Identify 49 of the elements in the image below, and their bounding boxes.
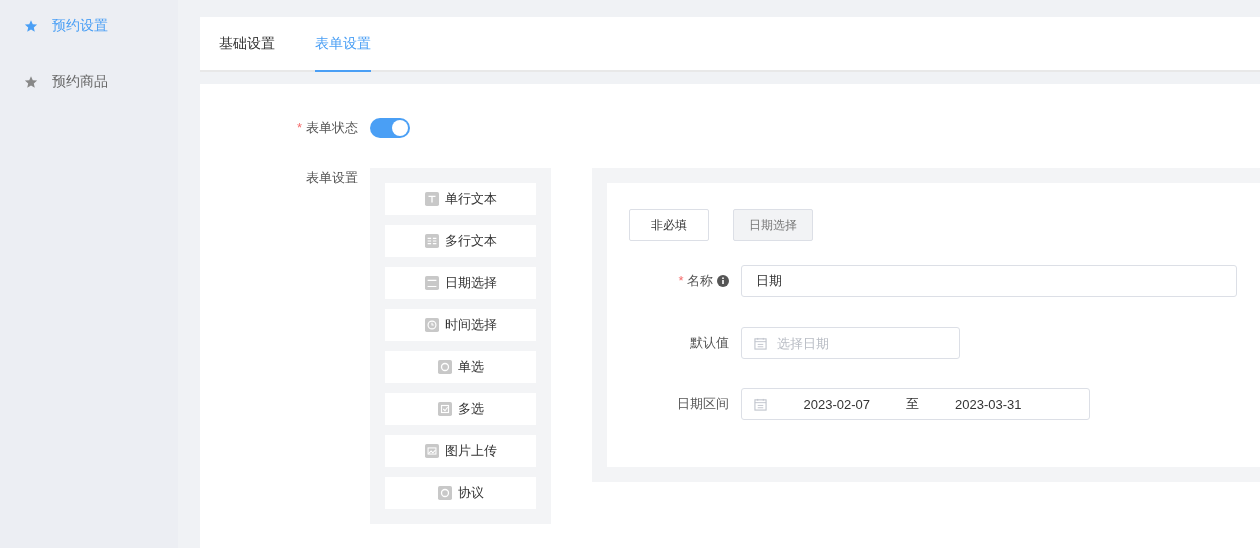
calendar-icon — [754, 397, 768, 411]
default-label: 默认值 — [689, 334, 730, 352]
palette-item[interactable]: 图片上传 — [385, 435, 537, 467]
palette-item[interactable]: 协议 — [385, 477, 537, 509]
palette-item-label: 单选 — [457, 358, 484, 376]
image-icon — [424, 444, 439, 458]
clock-icon — [424, 318, 439, 332]
name-input[interactable]: 日期 — [754, 272, 1225, 290]
form-settings-label: 表单设置 — [305, 169, 358, 187]
palette-item-label: 日期选择 — [444, 274, 497, 292]
name-label: * 名称 — [678, 272, 714, 290]
palette-item[interactable]: 多选 — [385, 393, 537, 425]
date-input[interactable]: 选择日期 — [775, 334, 956, 352]
palette-item[interactable]: 单选 — [385, 351, 537, 383]
palette-item[interactable]: 时间选择 — [385, 309, 537, 341]
checkbox-icon — [437, 402, 452, 416]
tab[interactable]: 基础设置 — [219, 17, 275, 72]
calendar-icon — [424, 276, 439, 290]
type-button[interactable]: 日期选择 — [733, 209, 814, 241]
default-date-field[interactable]: 选择日期 — [741, 327, 961, 359]
sidebar-item-label: 预约设置 — [52, 17, 108, 35]
sidebar-item[interactable]: 预约商品 — [0, 68, 178, 96]
form-status-label: * 表单状态 — [295, 119, 358, 137]
start-date: 2023-02-07 — [803, 396, 870, 412]
form-status-switch[interactable] — [370, 118, 410, 138]
range-label: 日期区间 — [676, 395, 730, 413]
radio-icon — [437, 360, 452, 374]
date-range-field[interactable]: 2023-02-07 至 2023-03-31 — [741, 388, 1091, 420]
palette-item-label: 单行文本 — [444, 190, 497, 208]
palette-item-label: 多行文本 — [444, 232, 497, 250]
star-icon — [24, 19, 38, 33]
palette-item-label: 协议 — [457, 484, 484, 502]
calendar-icon — [754, 336, 768, 350]
name-field[interactable]: 日期 — [741, 265, 1238, 297]
palette-item[interactable]: 日期选择 — [385, 267, 537, 299]
range-separator: 至 — [905, 395, 919, 413]
star-icon — [24, 75, 38, 89]
palette-item-label: 多选 — [457, 400, 484, 418]
info-icon — [717, 275, 730, 287]
palette-item-label: 图片上传 — [444, 442, 497, 460]
circle-icon — [437, 486, 452, 500]
end-date: 2023-03-31 — [954, 396, 1022, 412]
list-icon — [424, 234, 439, 248]
required-button[interactable]: 非必填 — [629, 209, 710, 241]
palette-item[interactable]: 多行文本 — [385, 225, 537, 257]
text-icon — [424, 192, 439, 206]
sidebar-item-label: 预约商品 — [52, 73, 108, 91]
palette-item-label: 时间选择 — [444, 316, 497, 334]
palette-item[interactable]: 单行文本 — [385, 183, 537, 215]
